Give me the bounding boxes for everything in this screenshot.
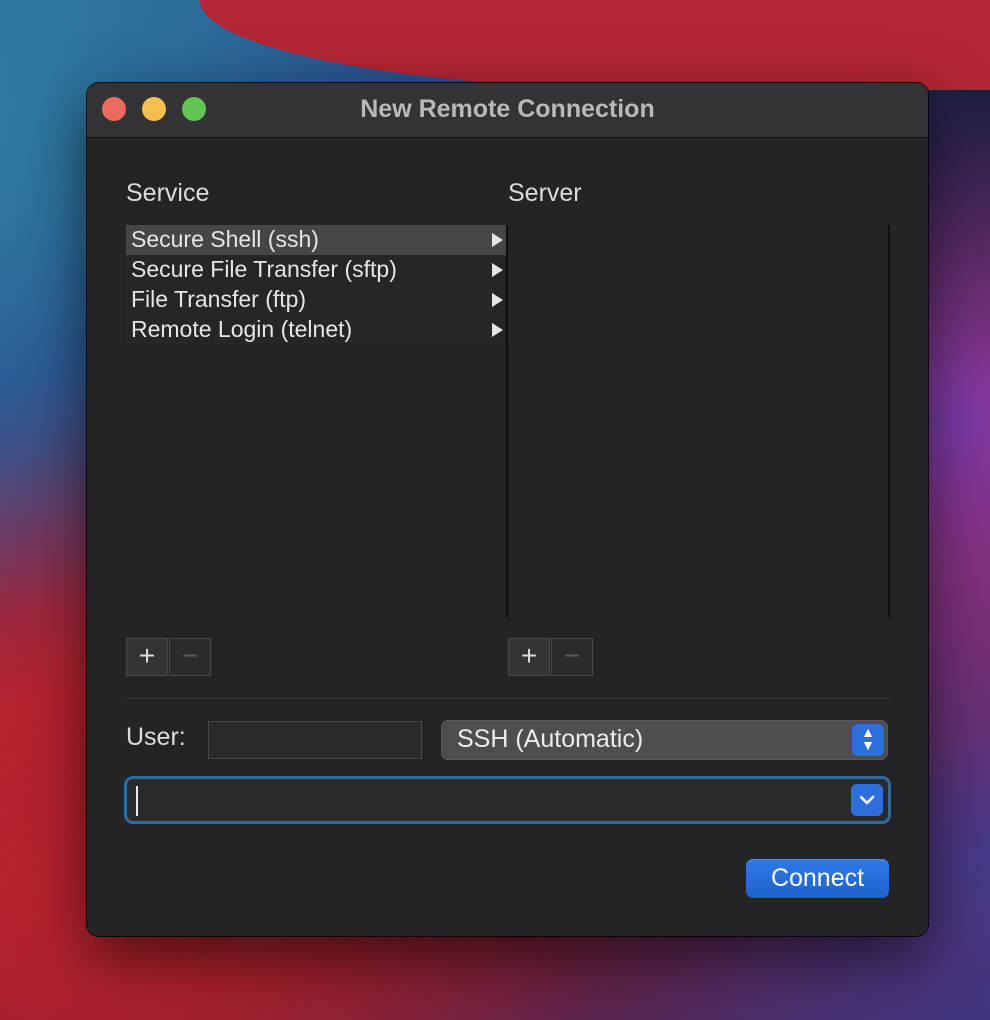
service-item-ssh[interactable]: Secure Shell (ssh): [126, 225, 506, 255]
disclosure-arrow-icon: [492, 263, 503, 277]
disclosure-arrow-icon: [492, 233, 503, 247]
divider: [126, 698, 889, 699]
service-item-label: File Transfer (ftp): [131, 286, 307, 312]
service-item-sftp[interactable]: Secure File Transfer (sftp): [126, 255, 506, 285]
service-item-label: Secure Shell (ssh): [131, 226, 319, 252]
chevron-down-icon: [859, 795, 875, 805]
title-bar[interactable]: New Remote Connection: [87, 83, 928, 138]
service-item-label: Secure File Transfer (sftp): [131, 256, 397, 282]
service-list[interactable]: Secure Shell (ssh) Secure File Transfer …: [126, 225, 508, 618]
service-item-label: Remote Login (telnet): [131, 316, 353, 342]
protocol-select-value: SSH (Automatic): [457, 725, 644, 753]
host-address-combobox[interactable]: [124, 776, 891, 824]
user-label: User:: [126, 723, 186, 751]
user-field[interactable]: [208, 721, 422, 759]
server-list[interactable]: [508, 225, 890, 618]
dropdown-button[interactable]: [851, 784, 883, 816]
host-address-input[interactable]: [132, 782, 844, 818]
add-service-button[interactable]: +: [126, 638, 168, 676]
service-item-ftp[interactable]: File Transfer (ftp): [126, 285, 506, 315]
remove-server-button[interactable]: −: [551, 638, 593, 676]
up-down-chevron-icon: ▲ ▼: [852, 724, 884, 756]
window-title: New Remote Connection: [360, 95, 655, 123]
server-add-remove-control: + −: [508, 638, 594, 676]
new-remote-connection-window: New Remote Connection Service Server Sec…: [87, 83, 928, 936]
disclosure-arrow-icon: [492, 293, 503, 307]
desktop-wallpaper: [200, 0, 990, 90]
service-item-telnet[interactable]: Remote Login (telnet): [126, 315, 506, 345]
service-add-remove-control: + −: [126, 638, 212, 676]
server-heading: Server: [508, 179, 582, 207]
remove-service-button[interactable]: −: [169, 638, 211, 676]
add-server-button[interactable]: +: [508, 638, 550, 676]
connect-button[interactable]: Connect: [746, 859, 889, 898]
service-heading: Service: [126, 179, 210, 207]
disclosure-arrow-icon: [492, 323, 503, 337]
protocol-select[interactable]: SSH (Automatic) ▲ ▼: [441, 720, 888, 760]
